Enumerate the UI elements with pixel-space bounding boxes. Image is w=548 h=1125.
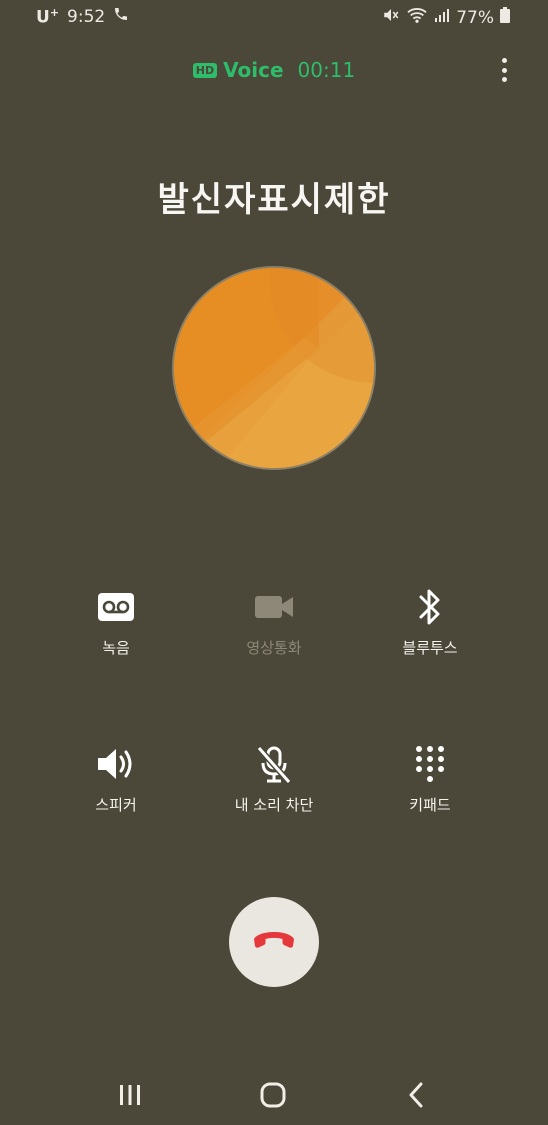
video-call-label: 영상통화 (246, 639, 302, 657)
bluetooth-label: 블루투스 (402, 639, 458, 657)
video-camera-icon (194, 585, 354, 629)
signal-icon (434, 7, 450, 28)
avatar-graphic (174, 268, 374, 468)
call-type: Voice (223, 58, 284, 82)
video-call-button[interactable]: 영상통화 (194, 585, 354, 658)
avatar (174, 268, 374, 468)
status-bar: U+ 9:52 77% (0, 0, 548, 34)
more-dot (501, 77, 507, 82)
record-label: 녹음 (102, 639, 130, 657)
mute-button[interactable]: 내 소리 차단 (194, 742, 354, 815)
status-left: U+ 9:52 (36, 6, 129, 28)
speaker-button[interactable]: 스피커 (36, 742, 196, 815)
mute-sound-icon (382, 6, 400, 29)
back-icon[interactable] (391, 1080, 441, 1110)
voicemail-icon (36, 585, 196, 629)
navigation-bar (0, 1068, 548, 1125)
keypad-label: 키패드 (409, 796, 451, 814)
recents-icon[interactable] (105, 1080, 155, 1110)
dialpad-icon (350, 742, 510, 786)
keypad-button[interactable]: 키패드 (350, 742, 510, 815)
battery-icon (500, 7, 510, 28)
carrier-label: U+ (36, 6, 59, 28)
battery-level: 77% (456, 7, 494, 28)
call-timer: 00:11 (297, 58, 356, 82)
status-right: 77% (382, 6, 510, 29)
wifi-icon (406, 6, 428, 29)
more-dot (501, 58, 507, 63)
speaker-label: 스피커 (95, 796, 137, 814)
bluetooth-icon (350, 585, 510, 629)
hd-badge: HD (192, 62, 218, 78)
speaker-icon (36, 742, 196, 786)
status-time: 9:52 (67, 6, 106, 27)
record-button[interactable]: 녹음 (36, 585, 196, 658)
home-icon[interactable] (248, 1080, 298, 1110)
end-call-icon (252, 929, 296, 955)
mic-off-icon (194, 742, 354, 786)
caller-name: 발신자표시제한 (157, 180, 391, 220)
end-call-button[interactable] (229, 897, 319, 987)
phone-icon (113, 6, 129, 27)
carrier-name: U (36, 7, 50, 28)
call-header: HD Voice 00:11 (0, 56, 548, 84)
mute-label: 내 소리 차단 (234, 796, 314, 814)
more-dot (501, 67, 507, 73)
bluetooth-button[interactable]: 블루투스 (350, 585, 510, 658)
more-icon[interactable] (494, 58, 514, 82)
carrier-sup: + (49, 6, 60, 19)
